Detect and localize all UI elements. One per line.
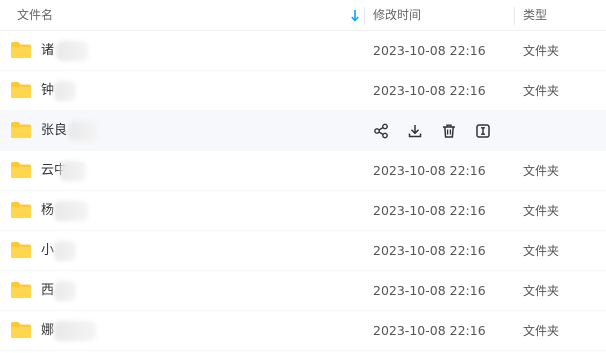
file-name[interactable]: 小 — [41, 231, 54, 271]
folder-icon — [11, 282, 31, 298]
modified-time: 2023-10-08 22:16 — [373, 283, 486, 298]
download-icon[interactable] — [407, 123, 423, 139]
modified-time: 2023-10-08 22:16 — [373, 323, 486, 338]
file-type: 文件夹 — [523, 84, 560, 98]
file-row-hovered[interactable]: 张良 — [0, 111, 606, 151]
file-name[interactable]: 诸 — [41, 31, 54, 71]
file-name[interactable]: 杨 — [41, 191, 54, 231]
redacted-name-blur — [60, 161, 86, 181]
file-row[interactable]: 诸 2023-10-08 22:16 文件夹 — [0, 31, 606, 71]
modified-time: 2023-10-08 22:16 — [373, 243, 486, 258]
redacted-name-blur — [56, 41, 88, 61]
modified-time: 2023-10-08 22:16 — [373, 203, 486, 218]
folder-icon — [11, 42, 31, 58]
folder-icon — [11, 242, 31, 258]
file-row[interactable]: 娜 2023-10-08 22:16 文件夹 — [0, 311, 606, 351]
file-name[interactable]: 张良 — [41, 111, 67, 151]
file-type: 文件夹 — [523, 44, 560, 58]
redacted-name-blur — [54, 201, 88, 221]
redacted-name-blur — [68, 121, 98, 141]
redacted-name-blur — [54, 81, 76, 101]
share-icon[interactable] — [373, 123, 389, 139]
folder-icon — [11, 322, 31, 338]
file-row[interactable]: 钟 2023-10-08 22:16 文件夹 — [0, 71, 606, 111]
file-type: 文件夹 — [523, 244, 560, 258]
sort-down-arrow-icon[interactable] — [350, 9, 360, 23]
file-row[interactable]: 云中 2023-10-08 22:16 文件夹 — [0, 151, 606, 191]
redacted-name-blur — [54, 241, 76, 261]
modified-time: 2023-10-08 22:16 — [373, 163, 486, 178]
file-name[interactable]: 钟 — [41, 71, 54, 111]
rename-icon[interactable] — [475, 123, 491, 139]
folder-icon — [11, 122, 31, 138]
file-name[interactable]: 娜 — [41, 311, 54, 351]
modified-time: 2023-10-08 22:16 — [373, 43, 486, 58]
folder-icon — [11, 162, 31, 178]
redacted-name-blur — [54, 281, 76, 301]
file-row[interactable]: 杨 2023-10-08 22:16 文件夹 — [0, 191, 606, 231]
file-type: 文件夹 — [523, 164, 560, 178]
file-row[interactable]: 西 2023-10-08 22:16 文件夹 — [0, 271, 606, 311]
file-type: 文件夹 — [523, 324, 560, 338]
file-list-header: 文件名 修改时间 类型 — [0, 0, 606, 31]
file-type: 文件夹 — [523, 204, 560, 218]
file-row[interactable]: 小 2023-10-08 22:16 文件夹 — [0, 231, 606, 271]
column-header-type[interactable]: 类型 — [523, 0, 547, 31]
column-header-name[interactable]: 文件名 — [17, 0, 53, 31]
column-divider[interactable] — [364, 7, 365, 25]
file-type: 文件夹 — [523, 284, 560, 298]
folder-icon — [11, 82, 31, 98]
redacted-name-blur — [54, 321, 96, 341]
column-header-modified[interactable]: 修改时间 — [373, 0, 421, 31]
column-divider[interactable] — [514, 7, 515, 25]
delete-icon[interactable] — [441, 123, 457, 139]
folder-icon — [11, 202, 31, 218]
file-name[interactable]: 西 — [41, 271, 54, 311]
modified-time: 2023-10-08 22:16 — [373, 83, 486, 98]
